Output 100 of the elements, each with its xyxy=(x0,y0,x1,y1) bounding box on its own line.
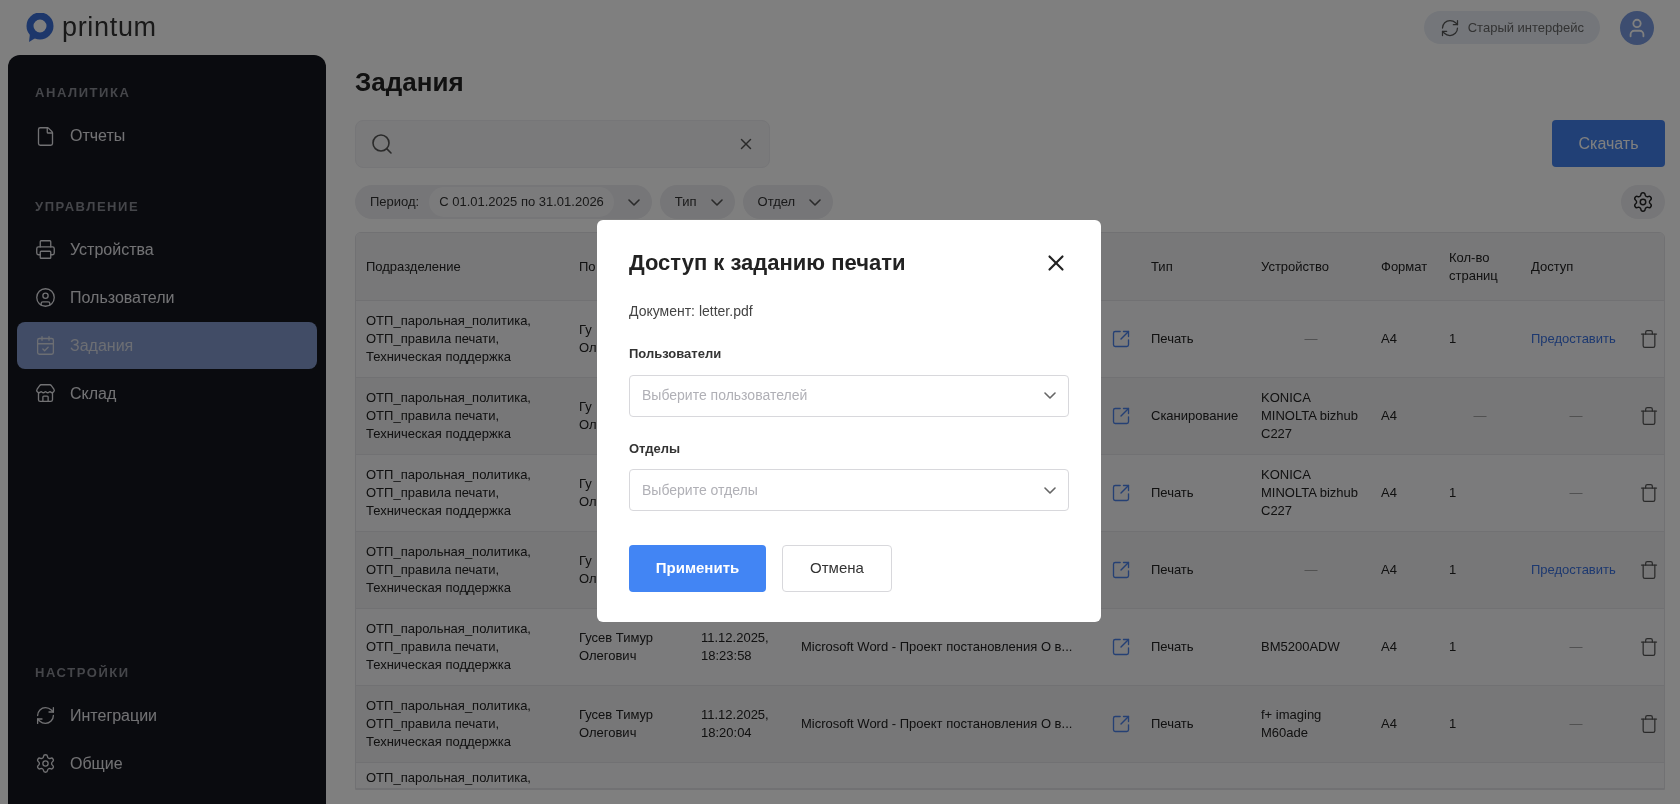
apply-button[interactable]: Применить xyxy=(629,545,766,592)
table-cell-text: — xyxy=(1568,638,1584,656)
document-name: Документ: letter.pdf xyxy=(629,302,754,321)
section-heading: УПРАВЛЕНИЕ xyxy=(34,197,141,216)
open-external-icon[interactable] xyxy=(1111,329,1131,349)
table-cell: ОТП_парольная_политика, xyxy=(366,769,531,787)
sidebar-item[interactable]: Отчеты xyxy=(17,112,317,160)
sidebar-item[interactable]: Устройства xyxy=(17,226,317,273)
table-cell-text: — xyxy=(1568,407,1584,425)
table-cell: KONICA MINOLTA bizhub C227 xyxy=(1261,466,1359,520)
trash-icon[interactable] xyxy=(1638,329,1659,349)
chevron-down-icon xyxy=(710,198,723,206)
table-cell: 1 xyxy=(1449,716,1457,731)
chevron-down-icon xyxy=(1044,392,1056,399)
select-field[interactable]: Выберите отделы xyxy=(629,469,1069,511)
section-heading: АНАЛИТИКА xyxy=(34,84,132,102)
table-cell: ОТП_парольная_политика, ОТП_правила печати, Техническая поддержка xyxy=(366,697,531,751)
column-header: Подразделение xyxy=(365,257,462,276)
table-cell: ОТП_парольная_политика, ОТП_правила печати, Техническая поддержка xyxy=(366,312,531,366)
table-cell: A4 xyxy=(1381,408,1397,423)
table-cell: 11.12.2025, 18:23:58 xyxy=(701,629,769,665)
select-field[interactable]: Выберите пользователей xyxy=(629,374,1069,417)
calendar-check-icon xyxy=(35,335,56,356)
table-cell: ОТП_парольная_политика, ОТП_правила печати, Техническая поддержка xyxy=(366,466,531,520)
table-cell: 1 xyxy=(1449,331,1457,346)
sidebar-item[interactable]: Интеграции xyxy=(17,692,317,739)
table-cell: — xyxy=(1304,561,1318,579)
store-icon xyxy=(35,383,56,404)
avatar[interactable] xyxy=(1620,10,1654,45)
table-cell: Печать xyxy=(1151,562,1194,577)
table-cell: Гу Ол xyxy=(579,398,597,434)
open-external-icon[interactable] xyxy=(1111,637,1131,657)
column-header: Формат xyxy=(1380,257,1429,276)
printer-icon xyxy=(35,239,56,260)
table-cell: Гусев Тимур Олегович xyxy=(579,629,654,665)
logo-icon xyxy=(26,12,54,43)
table-cell: BM5200ADW xyxy=(1261,638,1340,656)
open-external-icon[interactable] xyxy=(1111,714,1131,734)
table-cell: 11.12.2025, 18:20:04 xyxy=(701,706,769,742)
filter-chip[interactable]: Период: С 01.01.2025 по 31.01.2026 xyxy=(355,185,652,219)
table-cell: A4 xyxy=(1381,716,1397,731)
search-field[interactable] xyxy=(355,120,770,168)
table-cell: ОТП_парольная_политика, ОТП_правила печати, Техническая поддержка xyxy=(366,389,531,443)
table-cell: Печать xyxy=(1151,331,1194,346)
filter-label: Отдел xyxy=(757,193,796,212)
trash-icon[interactable] xyxy=(1638,637,1659,657)
sidebar-item[interactable]: Склад xyxy=(17,370,317,417)
sync-icon xyxy=(1439,17,1460,38)
document-icon xyxy=(35,125,56,147)
sidebar-item[interactable]: Пользователи xyxy=(17,274,317,321)
table-cell: Microsoft Word - Проект постановления О в... xyxy=(801,716,1073,731)
section-heading: НАСТРОЙКИ xyxy=(34,663,131,682)
page-title: Задания xyxy=(355,66,465,99)
trash-icon[interactable] xyxy=(1638,483,1659,503)
column-header: По xyxy=(579,257,596,276)
settings-icon xyxy=(1632,191,1654,213)
table-cell: A4 xyxy=(1381,331,1397,346)
open-external-icon[interactable] xyxy=(1111,483,1131,503)
user-circle-icon xyxy=(35,287,56,308)
chevron-down-icon xyxy=(1044,486,1056,494)
settings-button[interactable] xyxy=(1621,185,1665,219)
grant-link[interactable]: Предоставить xyxy=(1531,562,1616,577)
cancel-button[interactable]: Отмена xyxy=(782,545,892,592)
table-cell: Microsoft Word - Проект постановления О в... xyxy=(801,639,1073,654)
open-external-icon[interactable] xyxy=(1111,406,1131,426)
filter-chip[interactable]: Отдел xyxy=(742,185,834,219)
trash-icon[interactable] xyxy=(1638,406,1659,426)
table-cell: Гу Ол xyxy=(579,552,597,588)
filter-chip[interactable]: Тип xyxy=(659,185,735,219)
filter-label: Тип xyxy=(674,193,697,212)
table-cell: KONICA MINOLTA bizhub C227 xyxy=(1261,389,1359,443)
table-cell: 1 xyxy=(1449,485,1457,500)
table-cell: Сканирование xyxy=(1151,408,1239,423)
table-cell: f+ imaging M60ade xyxy=(1261,706,1322,742)
trash-icon[interactable] xyxy=(1638,560,1659,580)
field-label: Пользователи xyxy=(629,345,723,363)
table-cell-text: — xyxy=(1568,715,1584,733)
old-interface-button[interactable]: Старый интерфейс xyxy=(1423,11,1600,44)
trash-icon[interactable] xyxy=(1638,714,1659,734)
table-cell: Гусев Тимур Олегович xyxy=(579,706,654,742)
sidebar-item[interactable]: Общие xyxy=(17,740,317,787)
logo-text: printum xyxy=(62,11,157,45)
table-cell: Гу Ол xyxy=(579,475,597,511)
table-cell: ОТП_парольная_политика, ОТП_правила печати, Техническая поддержка xyxy=(366,543,531,597)
table-cell: A4 xyxy=(1381,639,1397,654)
search-icon xyxy=(370,132,394,156)
chevron-down-icon xyxy=(627,198,640,206)
table-cell: 1 xyxy=(1449,639,1457,654)
column-header: Устройство xyxy=(1260,257,1330,276)
column-header: Кол-во страниц xyxy=(1448,248,1499,285)
table-cell: A4 xyxy=(1381,562,1397,577)
open-external-icon[interactable] xyxy=(1111,560,1131,580)
dialog-title: Доступ к заданию печати xyxy=(629,249,906,277)
table-cell: Печать xyxy=(1151,485,1194,500)
table-cell: — xyxy=(1304,330,1318,348)
filter-value: С 01.01.2025 по 31.01.2026 xyxy=(429,187,614,217)
table-cell: Гу Ол xyxy=(579,321,597,357)
grant-link[interactable]: Предоставить xyxy=(1531,331,1616,346)
table-cell-text: — xyxy=(1568,484,1584,502)
download-button[interactable]: Скачать xyxy=(1552,120,1665,167)
